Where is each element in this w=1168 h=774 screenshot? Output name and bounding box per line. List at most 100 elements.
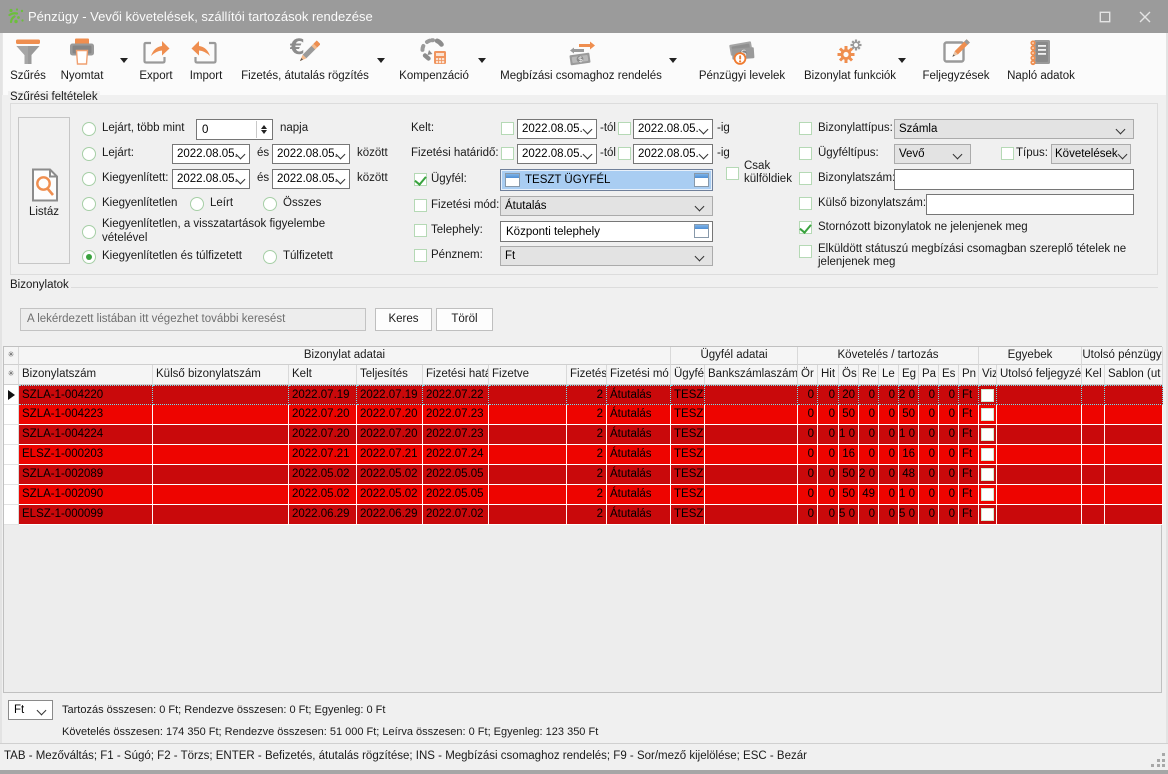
cell-es[interactable]: 0: [939, 425, 959, 445]
cell-fizet-si-m-[interactable]: Átutalás: [607, 465, 671, 485]
cell-kelt[interactable]: 2022.05.02: [289, 485, 357, 505]
chevron-down-icon[interactable]: [700, 126, 708, 134]
toolbar-button-1[interactable]: Szűrés: [5, 37, 51, 93]
cell--s[interactable]: 20: [839, 385, 859, 405]
grid-column-header-17[interactable]: Pa: [919, 365, 939, 385]
cell-k-ls-bizonylatsz-m[interactable]: [153, 445, 289, 465]
grid-column-header-5[interactable]: Fizetési hatá: [423, 365, 489, 385]
kiegyenlitett-to-combo[interactable]: 2022.08.05.: [272, 169, 350, 189]
cell--r[interactable]: 0: [798, 505, 818, 525]
table-row[interactable]: SZLA-1-0042232022.07.202022.07.202022.07…: [4, 405, 1162, 425]
cell-utols-feljegyz-[interactable]: [997, 485, 1082, 505]
grid-column-header-13[interactable]: Ös: [839, 365, 859, 385]
cell--gyf-[interactable]: TESZT: [671, 425, 705, 445]
viz-checkbox[interactable]: [981, 488, 994, 501]
cell-eg[interactable]: 1 0: [899, 425, 919, 445]
cell-viz[interactable]: [979, 405, 997, 425]
cell-re[interactable]: 2 0: [859, 465, 879, 485]
cell-pa[interactable]: 0: [919, 465, 939, 485]
kelt-from-combo[interactable]: 2022.08.05.: [517, 119, 597, 139]
cell-bizonylatsz-m[interactable]: SZLA-1-004223: [19, 405, 153, 425]
torol-button[interactable]: Töröl: [436, 308, 493, 331]
window-icon[interactable]: [694, 224, 709, 238]
bizonylatszam-input[interactable]: [894, 169, 1134, 190]
cell-utols-feljegyz-[interactable]: [997, 505, 1082, 525]
kelt-to-combo[interactable]: 2022.08.05.: [633, 119, 713, 139]
toolbar-dropdown-caret-icon[interactable]: [669, 58, 677, 63]
cell--s[interactable]: 50: [839, 405, 859, 425]
hatarido-from-combo[interactable]: 2022.08.05.: [517, 144, 597, 164]
grid-column-header-8[interactable]: Fizetési mó: [607, 365, 671, 385]
viz-checkbox[interactable]: [981, 468, 994, 481]
grid-column-header-2[interactable]: Külső bizonylatszám: [153, 365, 289, 385]
listaz-button[interactable]: Listáz: [18, 117, 70, 264]
cell-pn[interactable]: Ft: [959, 405, 979, 425]
cell-fizet-si-m-[interactable]: Átutalás: [607, 485, 671, 505]
maximize-button[interactable]: [1088, 0, 1122, 33]
fizetesi-mod-combo[interactable]: Átutalás: [500, 196, 713, 216]
checkbox-stornozott[interactable]: [799, 221, 812, 234]
toolbar-button-11[interactable]: Napló adatok: [1000, 37, 1082, 93]
cell-re[interactable]: 0: [859, 445, 879, 465]
cell-utols-feljegyz-[interactable]: [997, 385, 1082, 405]
cell-fizet-si-m[interactable]: 2: [567, 405, 607, 425]
cell--gyf-[interactable]: TESZT: [671, 445, 705, 465]
cell-utols-feljegyz-[interactable]: [997, 445, 1082, 465]
toolbar-dropdown-caret-icon[interactable]: [478, 58, 486, 63]
cell-hit[interactable]: 0: [818, 465, 839, 485]
chevron-down-icon[interactable]: [584, 126, 592, 134]
grid-column-header-6[interactable]: Fizetve: [489, 365, 567, 385]
cell-viz[interactable]: [979, 465, 997, 485]
cell-k-ls-bizonylatsz-m[interactable]: [153, 405, 289, 425]
viz-checkbox[interactable]: [981, 389, 994, 402]
cell-fizetve[interactable]: [489, 405, 567, 425]
cell-pa[interactable]: 0: [919, 505, 939, 525]
cell-banksz-mlasz-m[interactable]: [705, 465, 798, 485]
cell-sablon-ut[interactable]: [1105, 405, 1163, 425]
table-row[interactable]: SZLA-1-0020892022.05.022022.05.022022.05…: [4, 465, 1162, 485]
bizonylattipus-combo[interactable]: Számla: [894, 119, 1134, 139]
toolbar-dropdown-caret-icon[interactable]: [377, 58, 385, 63]
cell-hit[interactable]: 0: [818, 385, 839, 405]
window-icon[interactable]: [694, 173, 709, 187]
cell-kel[interactable]: [1082, 505, 1105, 525]
checkbox-ugyfel[interactable]: [414, 173, 427, 186]
row-selector-cell[interactable]: [4, 505, 19, 525]
cell-pa[interactable]: 0: [919, 485, 939, 505]
napja-spinner[interactable]: 0: [196, 119, 273, 140]
chevron-down-icon[interactable]: [38, 707, 46, 715]
cell--r[interactable]: 0: [798, 465, 818, 485]
grid-column-header-10[interactable]: Bankszámlaszám: [705, 365, 798, 385]
cell-pn[interactable]: Ft: [959, 385, 979, 405]
checkbox-penznem[interactable]: [414, 249, 427, 262]
cell-eg[interactable]: 1 0: [899, 485, 919, 505]
row-selector-cell[interactable]: [4, 445, 19, 465]
cell-es[interactable]: 0: [939, 505, 959, 525]
cell--r[interactable]: 0: [798, 425, 818, 445]
cell-pa[interactable]: 0: [919, 405, 939, 425]
chevron-down-icon[interactable]: [237, 176, 245, 184]
viz-checkbox[interactable]: [981, 408, 994, 421]
spinner-up-icon[interactable]: [261, 125, 267, 129]
cell-fizet-si-hat-[interactable]: 2022.07.23: [423, 425, 489, 445]
chevron-down-icon[interactable]: [696, 253, 704, 261]
cell-bizonylatsz-m[interactable]: ELSZ-1-000203: [19, 445, 153, 465]
grid-column-header-3[interactable]: Kelt: [289, 365, 357, 385]
checkbox-hatarido-from[interactable]: [501, 147, 514, 160]
toolbar-button-2[interactable]: Nyomtat: [52, 37, 112, 93]
cell-teljes-t-s[interactable]: 2022.05.02: [357, 465, 423, 485]
table-row[interactable]: SZLA-1-0020902022.05.022022.05.022022.05…: [4, 485, 1162, 505]
cell-banksz-mlasz-m[interactable]: [705, 505, 798, 525]
cell-viz[interactable]: [979, 385, 997, 405]
cell--gyf-[interactable]: TESZT: [671, 385, 705, 405]
lejart-from-combo[interactable]: 2022.08.05.: [172, 144, 250, 164]
cell-teljes-t-s[interactable]: 2022.05.02: [357, 485, 423, 505]
table-row[interactable]: SZLA-1-0042202022.07.192022.07.192022.07…: [4, 385, 1162, 405]
row-selector-cell[interactable]: [4, 425, 19, 445]
row-selector-cell[interactable]: [4, 485, 19, 505]
cell-le[interactable]: 0: [879, 405, 899, 425]
cell-fizet-si-m[interactable]: 2: [567, 465, 607, 485]
radio-leirt[interactable]: [190, 197, 204, 211]
cell-bizonylatsz-m[interactable]: SZLA-1-004220: [19, 385, 153, 405]
radio-osszes[interactable]: [263, 197, 277, 211]
